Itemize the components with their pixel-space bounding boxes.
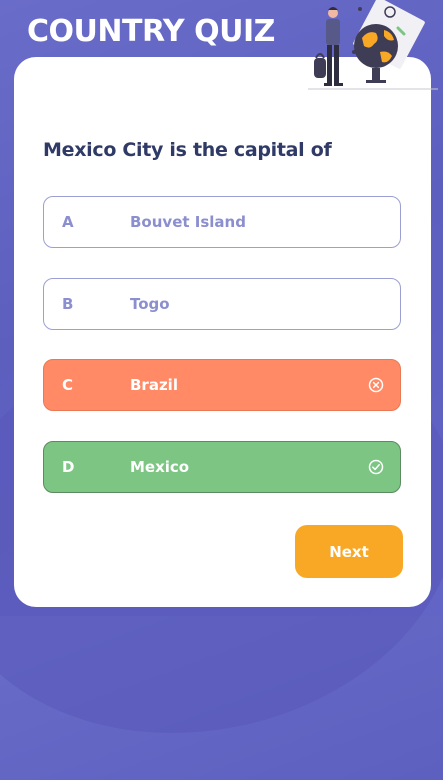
option-d[interactable]: D Mexico [43, 441, 401, 493]
option-text: Togo [130, 295, 170, 313]
quiz-card: Mexico City is the capital of A Bouvet I… [14, 57, 431, 607]
next-button[interactable]: Next [295, 525, 403, 578]
option-letter: A [62, 213, 74, 231]
option-text: Mexico [130, 458, 190, 476]
check-circle-icon [368, 459, 384, 475]
option-text: Bouvet Island [130, 213, 246, 231]
traveler-with-globe-illustration [308, 0, 438, 90]
option-b[interactable]: B Togo [43, 278, 401, 330]
option-letter: B [62, 295, 74, 313]
option-letter: D [62, 458, 75, 476]
app-title: COUNTRY QUIZ [27, 14, 275, 49]
question-text: Mexico City is the capital of [43, 139, 332, 161]
x-circle-icon [368, 377, 384, 393]
option-c[interactable]: C Brazil [43, 359, 401, 411]
option-a[interactable]: A Bouvet Island [43, 196, 401, 248]
option-letter: C [62, 376, 74, 394]
option-text: Brazil [130, 376, 178, 394]
